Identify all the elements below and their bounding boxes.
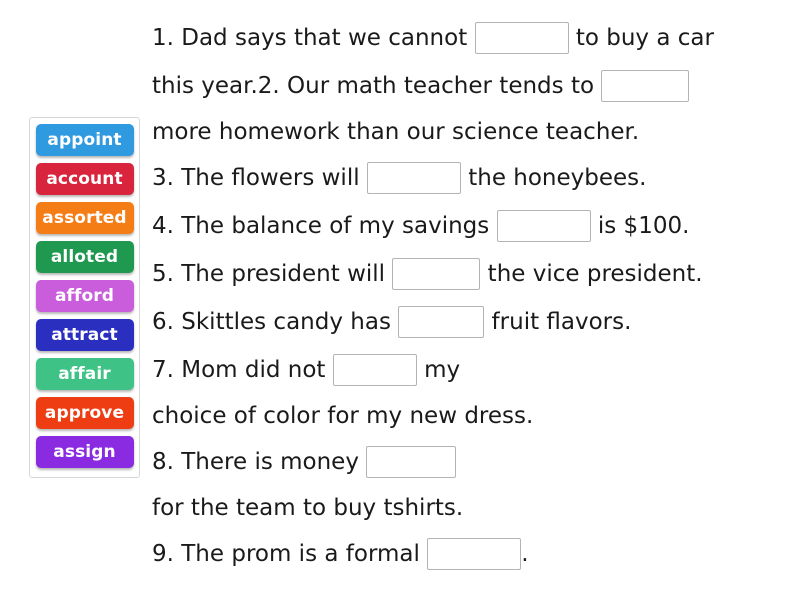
exercise-text: 1. Dad says that we cannot to buy a car t…: [152, 14, 788, 578]
exercise-line: this year.2. Our math teacher tends to: [152, 62, 788, 110]
answer-blank[interactable]: [398, 306, 485, 338]
word-tile-afford[interactable]: afford: [35, 280, 134, 312]
sentence-text-after: is $100.: [590, 212, 690, 239]
exercise-line: more homework than our science teacher.: [152, 110, 788, 154]
sentence-text: 8. There is money: [152, 448, 367, 475]
exercise-line: for the team to buy tshirts.: [152, 486, 788, 530]
exercise-line: 9. The prom is a formal .: [152, 530, 788, 578]
sentence-text-after: fruit flavors.: [484, 308, 632, 335]
sentence-text: 5. The president will: [152, 260, 393, 287]
exercise-line: 7. Mom did not my: [152, 346, 788, 394]
word-tile-affair[interactable]: affair: [35, 358, 134, 390]
exercise-line: 6. Skittles candy has fruit flavors.: [152, 298, 788, 346]
sentence-text-after: the honeybees.: [460, 164, 647, 191]
sentence-text: 6. Skittles candy has: [152, 308, 399, 335]
answer-blank[interactable]: [366, 162, 461, 194]
exercise-line: 8. There is money: [152, 438, 788, 486]
sentence-text: this year.2. Our math teacher tends to: [152, 72, 602, 99]
word-tile-alloted[interactable]: alloted: [35, 241, 134, 273]
sentence-text: 3. The flowers will: [152, 164, 367, 191]
exercise-line: 4. The balance of my savings is $100.: [152, 202, 788, 250]
word-tile-assorted[interactable]: assorted: [35, 202, 134, 234]
sentence-text: 1. Dad says that we cannot: [152, 24, 475, 51]
exercise-line: 5. The president will the vice president…: [152, 250, 788, 298]
answer-blank[interactable]: [427, 538, 522, 570]
word-bank-panel: appoint account assorted alloted afford attra…: [29, 117, 140, 478]
exercise-line: choice of color for my new dress.: [152, 394, 788, 438]
sentence-text-after: the vice president.: [480, 260, 703, 287]
exercise-line: 1. Dad says that we cannot to buy a car: [152, 14, 788, 62]
sentence-text: more homework than our science teacher.: [152, 118, 640, 145]
sentence-text: for the team to buy tshirts.: [152, 494, 464, 521]
answer-blank[interactable]: [474, 22, 569, 54]
sentence-text: 4. The balance of my savings: [152, 212, 497, 239]
answer-blank[interactable]: [366, 446, 457, 478]
sentence-text-after: to buy a car: [568, 24, 714, 51]
answer-blank[interactable]: [496, 210, 591, 242]
word-tile-account[interactable]: account: [35, 163, 134, 195]
exercise-line: 3. The flowers will the honeybees.: [152, 154, 788, 202]
sentence-text-after: .: [521, 540, 529, 567]
answer-blank[interactable]: [392, 258, 481, 290]
word-tile-approve[interactable]: approve: [35, 397, 134, 429]
answer-blank[interactable]: [332, 354, 417, 386]
answer-blank[interactable]: [601, 70, 690, 102]
sentence-text-after: my: [416, 356, 461, 383]
sentence-text: choice of color for my new dress.: [152, 402, 534, 429]
sentence-text: 9. The prom is a formal: [152, 540, 428, 567]
sentence-text: 7. Mom did not: [152, 356, 333, 383]
word-tile-attract[interactable]: attract: [35, 319, 134, 351]
word-tile-assign[interactable]: assign: [35, 436, 134, 468]
word-tile-appoint[interactable]: appoint: [35, 124, 134, 156]
